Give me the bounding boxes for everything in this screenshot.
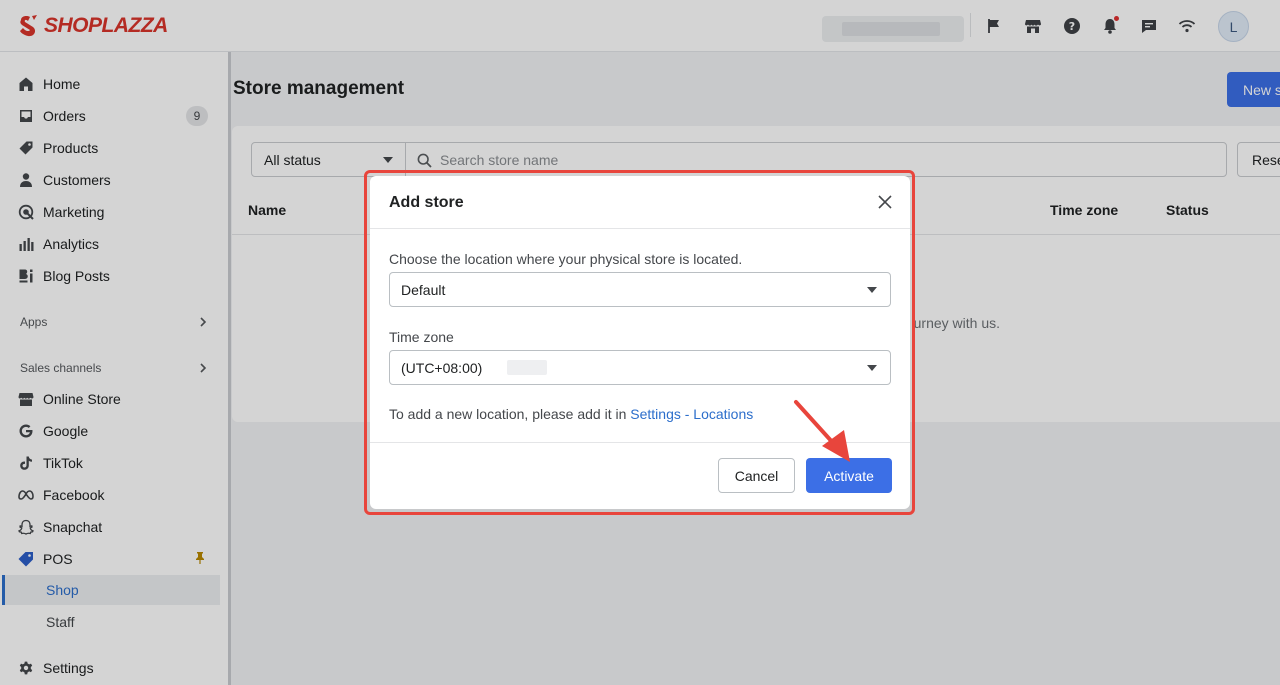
caret-down-icon [867, 365, 877, 371]
close-icon[interactable] [874, 191, 896, 213]
dialog-title: Add store [389, 194, 464, 211]
caret-down-icon [867, 287, 877, 293]
dialog-header: Add store [370, 176, 910, 229]
location-label: Choose the location where your physical … [389, 251, 743, 267]
location-select[interactable]: Default [389, 272, 891, 307]
timezone-city-redacted [507, 360, 548, 375]
settings-locations-link[interactable]: Settings - Locations [630, 406, 753, 422]
hint-text: To add a new location, please add it in [389, 406, 631, 422]
location-value: Default [401, 281, 446, 298]
timezone-label: Time zone [389, 329, 454, 345]
timezone-select[interactable]: (UTC+08:00) [389, 350, 891, 385]
cancel-button[interactable]: Cancel [718, 458, 795, 493]
location-hint: To add a new location, please add it in … [389, 406, 753, 422]
annotation-arrow-icon [794, 400, 850, 462]
timezone-value: (UTC+08:00) [401, 359, 483, 376]
